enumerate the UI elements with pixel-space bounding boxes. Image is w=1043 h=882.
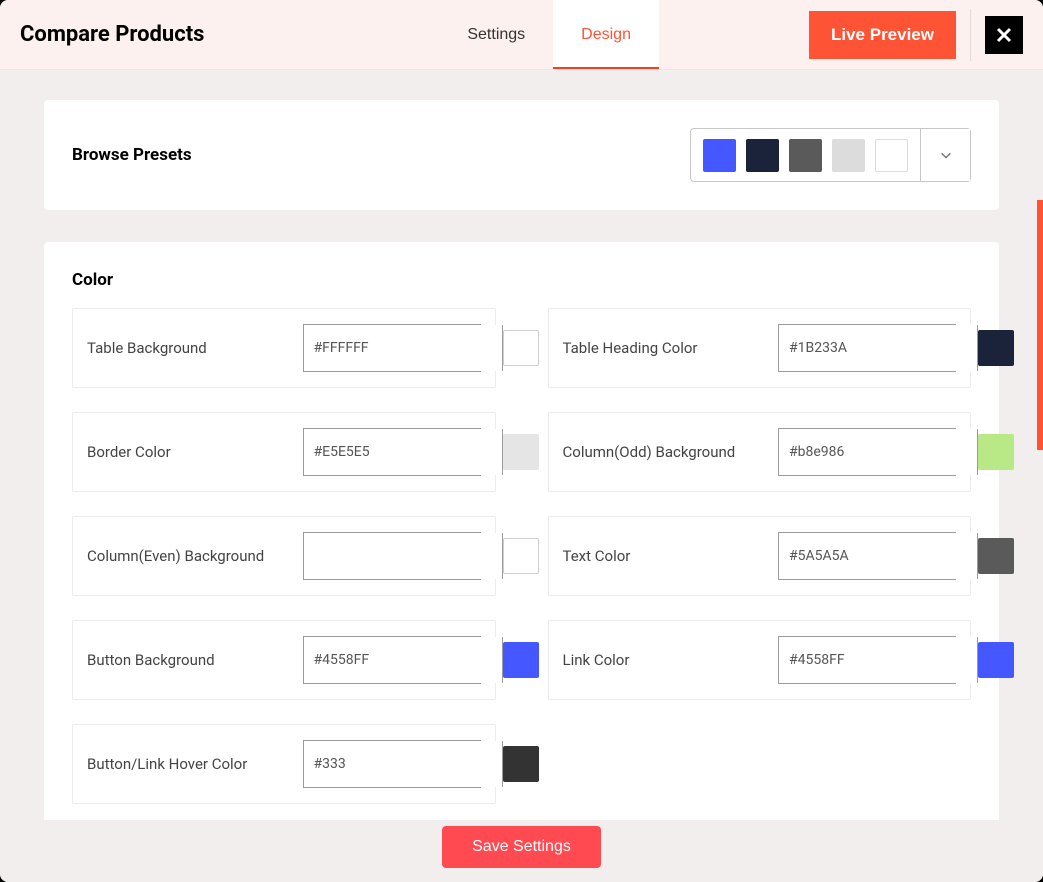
- color-input: [303, 532, 481, 580]
- modal-title: Compare Products: [20, 22, 204, 47]
- color-field-row: Border Color: [72, 412, 496, 492]
- color-field-label: Table Heading Color: [563, 339, 698, 357]
- color-field-row: Table Heading Color: [548, 308, 972, 388]
- color-swatch-button[interactable]: [502, 429, 539, 475]
- color-field-label: Column(Even) Background: [87, 547, 264, 565]
- live-preview-button[interactable]: Live Preview: [809, 11, 956, 59]
- divider: [970, 9, 971, 61]
- preset-swatch: [875, 139, 908, 172]
- color-field-row: Button/Link Hover Color: [72, 724, 496, 804]
- modal-header: Compare Products Settings Design Live Pr…: [0, 0, 1043, 70]
- color-input: [303, 636, 481, 684]
- color-field-row: Button Background: [72, 620, 496, 700]
- color-field-label: Table Background: [87, 339, 207, 357]
- save-settings-button[interactable]: Save Settings: [442, 826, 601, 868]
- tab-design[interactable]: Design: [553, 0, 659, 69]
- color-field-label: Column(Odd) Background: [563, 443, 736, 461]
- color-field-label: Button Background: [87, 651, 215, 669]
- color-input: [778, 532, 956, 580]
- color-field-label: Text Color: [563, 547, 631, 565]
- color-field-row: Column(Odd) Background: [548, 412, 972, 492]
- color-text-input[interactable]: [304, 741, 502, 787]
- color-input: [778, 428, 956, 476]
- color-field-label: Border Color: [87, 443, 171, 461]
- color-field-row: Column(Even) Background: [72, 516, 496, 596]
- color-field-row: Link Color: [548, 620, 972, 700]
- color-swatch: [503, 434, 539, 470]
- color-swatch-button[interactable]: [977, 637, 1014, 683]
- tab-bar: Settings Design: [439, 0, 659, 69]
- color-swatch-button[interactable]: [502, 325, 539, 371]
- color-swatch-button[interactable]: [977, 325, 1014, 371]
- color-card: Color Table Background Table Heading Colo…: [44, 242, 999, 820]
- preset-swatches: [691, 129, 920, 181]
- color-swatch: [978, 538, 1014, 574]
- color-section-title: Color: [72, 270, 971, 290]
- preset-swatch: [746, 139, 779, 172]
- preset-swatch: [832, 139, 865, 172]
- scrollbar-thumb[interactable]: [1037, 200, 1043, 450]
- color-swatch-button[interactable]: [977, 429, 1014, 475]
- color-text-input[interactable]: [779, 637, 977, 683]
- color-swatch: [978, 330, 1014, 366]
- color-input: [778, 636, 956, 684]
- color-text-input[interactable]: [304, 429, 502, 475]
- color-text-input[interactable]: [779, 429, 977, 475]
- tab-settings[interactable]: Settings: [439, 0, 553, 69]
- color-input: [303, 428, 481, 476]
- color-swatch-button[interactable]: [502, 741, 539, 787]
- color-text-input[interactable]: [304, 533, 502, 579]
- color-field-row: Text Color: [548, 516, 972, 596]
- color-text-input[interactable]: [304, 325, 502, 371]
- preset-dropdown-button[interactable]: [920, 129, 970, 181]
- color-input: [778, 324, 956, 372]
- color-swatch: [503, 538, 539, 574]
- color-field-label: Link Color: [563, 651, 630, 669]
- color-input: [303, 740, 481, 788]
- color-swatch-button[interactable]: [977, 533, 1014, 579]
- color-swatch: [978, 642, 1014, 678]
- modal-footer: Save Settings: [0, 820, 1043, 882]
- preset-swatch: [703, 139, 736, 172]
- color-field-label: Button/Link Hover Color: [87, 755, 247, 773]
- chevron-down-icon: [939, 148, 953, 162]
- color-swatch: [503, 642, 539, 678]
- color-field-row: Table Background: [72, 308, 496, 388]
- close-icon: [996, 27, 1012, 43]
- presets-card: Browse Presets: [44, 100, 999, 210]
- close-button[interactable]: [985, 16, 1023, 54]
- color-swatch: [503, 746, 539, 782]
- color-swatch: [503, 330, 539, 366]
- modal-body: Browse Presets Color Table BackgroundTab…: [0, 70, 1043, 820]
- color-swatch-button[interactable]: [502, 637, 539, 683]
- color-text-input[interactable]: [779, 533, 977, 579]
- header-actions: Live Preview: [809, 9, 1023, 61]
- color-swatch: [978, 434, 1014, 470]
- color-grid: Table Background Table Heading Color Borde…: [72, 308, 971, 804]
- preset-swatch: [789, 139, 822, 172]
- color-swatch-button[interactable]: [502, 533, 539, 579]
- color-text-input[interactable]: [779, 325, 977, 371]
- color-text-input[interactable]: [304, 637, 502, 683]
- color-input: [303, 324, 481, 372]
- presets-label: Browse Presets: [72, 145, 192, 165]
- preset-selector[interactable]: [690, 128, 971, 182]
